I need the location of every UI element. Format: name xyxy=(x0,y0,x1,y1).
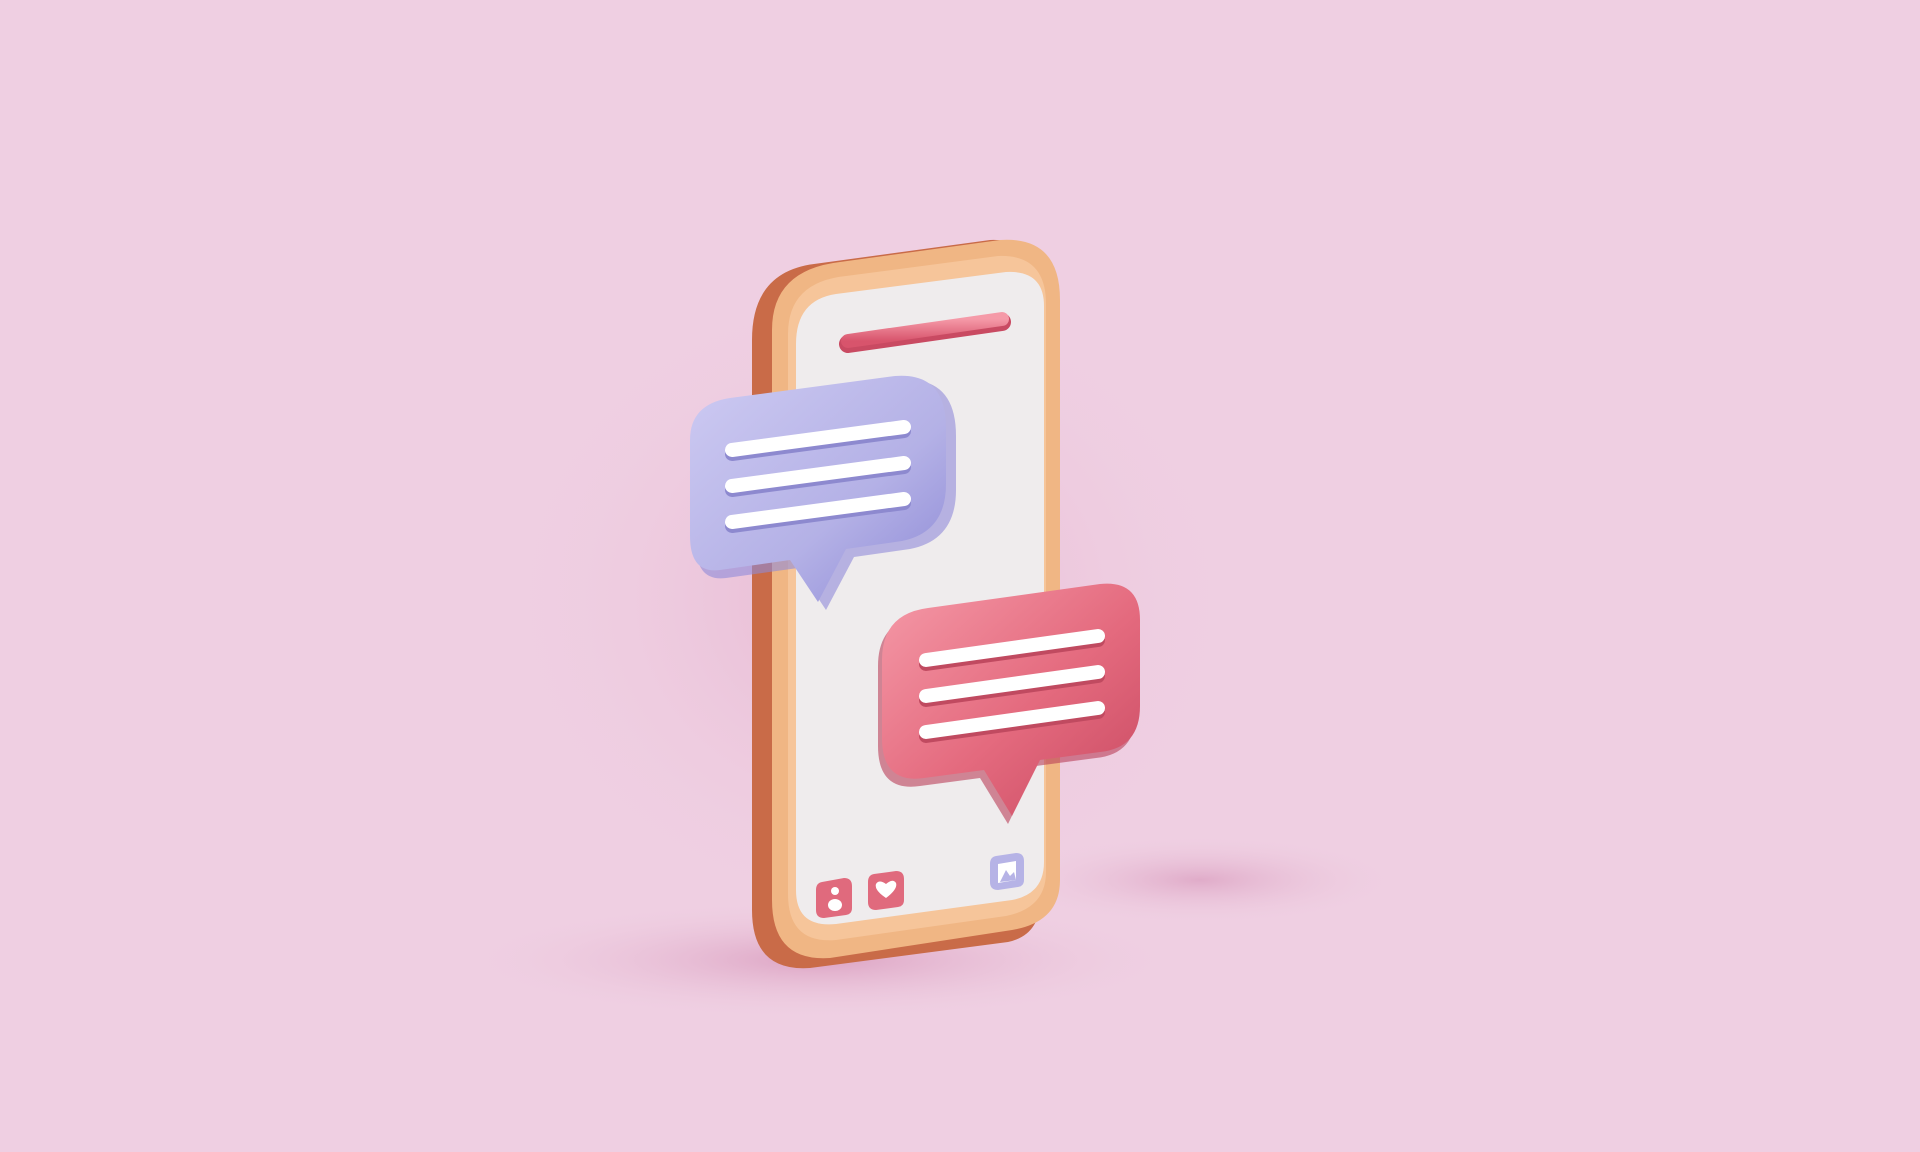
illustration-scene xyxy=(0,0,1920,1152)
user-icon[interactable] xyxy=(816,878,852,918)
heart-icon[interactable] xyxy=(868,871,904,910)
image-icon[interactable] xyxy=(990,853,1024,890)
phone-chat-illustration xyxy=(460,239,1400,1020)
